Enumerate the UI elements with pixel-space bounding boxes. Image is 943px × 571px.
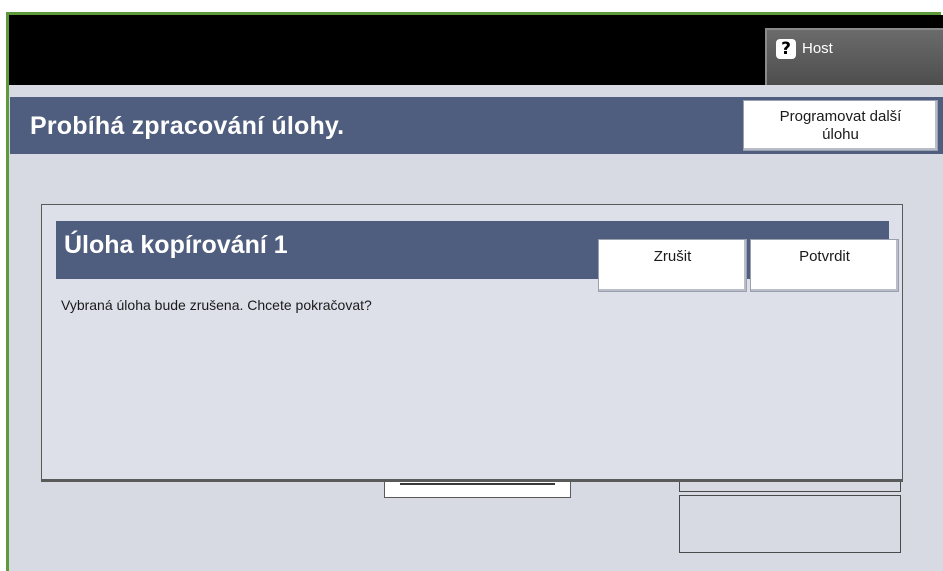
cancel-job-dialog: Úloha kopírování 1 Zrušit Potvrdit Vybra…	[41, 204, 903, 480]
cancel-button[interactable]: Zrušit	[598, 239, 747, 292]
host-label: Host	[802, 40, 833, 57]
help-question-icon: ?	[776, 39, 796, 59]
background-panel-bottom	[679, 495, 901, 553]
confirm-button[interactable]: Potvrdit	[750, 239, 899, 292]
device-screen: ? Host Probíhá zpracování úlohy. Program…	[0, 0, 943, 571]
dialog-title: Úloha kopírování 1	[64, 231, 288, 259]
program-next-job-label: Programovat další úlohu	[779, 108, 902, 143]
background-tab-line	[400, 483, 555, 485]
host-button[interactable]: ? Host	[765, 28, 943, 92]
program-next-job-button[interactable]: Programovat další úlohu	[743, 100, 938, 151]
dialog-message: Vybraná úloha bude zrušena. Chcete pokra…	[61, 297, 372, 313]
top-bar: ? Host	[9, 15, 943, 92]
dialog-header: Úloha kopírování 1 Zrušit Potvrdit	[56, 221, 899, 292]
page-title: Probíhá zpracování úlohy.	[30, 112, 345, 140]
